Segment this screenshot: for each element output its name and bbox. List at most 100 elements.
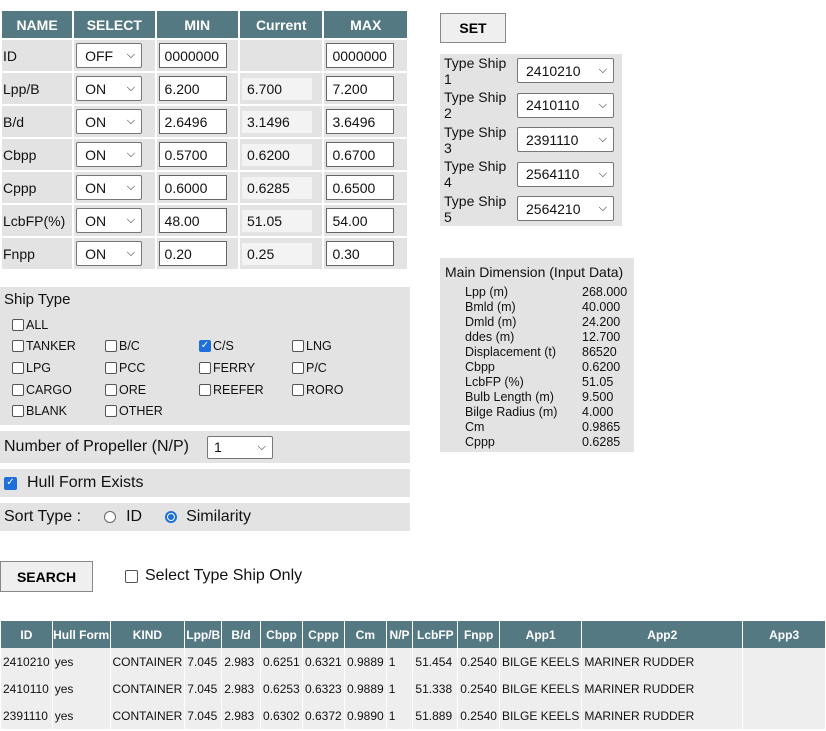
- type-ship-label: Type Ship 5: [444, 192, 507, 225]
- ship-type-label: P/C: [306, 361, 327, 375]
- param-max-input[interactable]: 0.6500: [326, 175, 395, 200]
- main-dimension-row: Bmld (m) 40.000: [465, 300, 635, 315]
- param-max-input[interactable]: 54.00: [326, 208, 395, 233]
- param-min-input[interactable]: 48.00: [158, 208, 227, 233]
- search-button[interactable]: SEARCH: [0, 561, 93, 592]
- param-max-input[interactable]: 7.200: [326, 76, 395, 101]
- param-row: B/d ON ⌵ 2.6496 3.1496 3.6496: [2, 106, 407, 137]
- main-dimension-value: 51.05: [582, 375, 614, 389]
- param-name-cell: Cbpp: [2, 139, 73, 170]
- param-row: Cppp ON ⌵ 0.6000 0.6285 0.6500: [2, 172, 407, 203]
- table-cell: 7.045: [185, 702, 222, 729]
- type-ship-select[interactable]: 2391110 ⌵: [517, 127, 614, 153]
- type-ship-select[interactable]: 2410210 ⌵: [517, 58, 614, 83]
- main-dimension-value: 40.000: [582, 300, 621, 314]
- param-current-value: 0.6200: [241, 143, 312, 166]
- sort-id-radio[interactable]: [104, 511, 117, 523]
- main-dimension-row: Dmld (m) 24.200: [465, 315, 635, 330]
- param-current-value: 0.25: [241, 242, 312, 265]
- ship-type-option: ORE: [105, 383, 146, 397]
- ship-type-checkbox[interactable]: [292, 340, 304, 352]
- param-select[interactable]: ON ⌵: [76, 241, 143, 266]
- table-cell: 7.045: [185, 648, 222, 675]
- param-select[interactable]: ON ⌵: [76, 109, 143, 134]
- param-min-cell: 6.200: [156, 73, 238, 104]
- param-select[interactable]: ON ⌵: [76, 208, 143, 233]
- ship-type-checkbox[interactable]: [199, 362, 211, 374]
- table-row[interactable]: 2391110 yes CONTAINER 7.045 2.983 0.6302 0.637…: [1, 702, 825, 729]
- param-min-input[interactable]: 0.6000: [158, 175, 227, 200]
- results-header: App1: [499, 621, 582, 648]
- table-cell: 0.6302: [261, 702, 302, 729]
- param-min-input[interactable]: 0000000: [158, 43, 227, 68]
- param-name-cell: ID: [2, 40, 73, 71]
- ship-type-option: ALL: [12, 318, 48, 332]
- ship-type-panel: Ship Type ALL TANKER B/C ✓ C/S LNG LPG PCC FERRY…: [0, 287, 410, 425]
- ship-type-label: LNG: [306, 339, 332, 353]
- ship-type-checkbox[interactable]: [12, 362, 24, 374]
- param-max-input[interactable]: 0.30: [326, 241, 395, 266]
- param-row: Fnpp ON ⌵ 0.20 0.25 0.30: [2, 238, 407, 269]
- param-select[interactable]: ON ⌵: [76, 175, 143, 200]
- param-min-input[interactable]: 0.20: [158, 241, 227, 266]
- select-type-only-checkbox[interactable]: [125, 569, 138, 583]
- results-header: N/P: [386, 621, 413, 648]
- type-ship-select[interactable]: 2564110 ⌵: [517, 161, 614, 187]
- ship-type-checkbox[interactable]: [12, 384, 24, 396]
- param-max-cell: 7.200: [324, 73, 407, 104]
- table-row[interactable]: 2410210 yes CONTAINER 7.045 2.983 0.6251 0.632…: [1, 648, 825, 675]
- ship-type-checkbox[interactable]: [12, 319, 24, 331]
- param-min-input[interactable]: 2.6496: [158, 109, 227, 134]
- type-ship-value: 2564110: [526, 166, 580, 183]
- ship-type-checkbox[interactable]: [12, 340, 24, 352]
- ship-type-checkbox[interactable]: [292, 362, 304, 374]
- type-ship-value: 2410210: [526, 62, 581, 79]
- ship-type-label: PCC: [119, 361, 146, 375]
- table-row[interactable]: 2410110 yes CONTAINER 7.045 2.983 0.6253 0.632…: [1, 675, 825, 702]
- ship-type-checkbox[interactable]: [105, 405, 117, 417]
- param-min-cell: 48.00: [156, 205, 238, 236]
- type-ship-select[interactable]: 2410110 ⌵: [517, 92, 614, 118]
- param-max-input[interactable]: 0.6700: [326, 142, 395, 167]
- param-select-cell: OFF ⌵: [74, 40, 155, 71]
- table-cell: 2.983: [222, 702, 261, 729]
- sort-similarity-radio[interactable]: [165, 511, 178, 523]
- param-current-cell: [239, 40, 323, 71]
- ship-type-label: ORE: [119, 383, 147, 397]
- chevron-down-icon: ⌵: [126, 115, 136, 127]
- param-min-input[interactable]: 0.5700: [158, 142, 227, 167]
- param-select[interactable]: ON ⌵: [76, 142, 143, 167]
- ship-type-checkbox[interactable]: [105, 362, 117, 374]
- type-ship-row: Type Ship 2 2410110 ⌵: [440, 89, 614, 122]
- param-select[interactable]: ON ⌵: [76, 76, 143, 101]
- param-min-input[interactable]: 6.200: [158, 76, 227, 101]
- set-button[interactable]: SET: [440, 13, 506, 43]
- param-max-input[interactable]: 3.6496: [326, 109, 395, 134]
- ship-type-checkbox[interactable]: [105, 384, 117, 396]
- param-row: Lpp/B ON ⌵ 6.200 6.700 7.200: [2, 73, 407, 104]
- param-select[interactable]: OFF ⌵: [76, 43, 143, 68]
- results-header: Hull Form: [52, 621, 110, 648]
- type-ship-panel: Type Ship 1 2410210 ⌵ Type Ship 2 2410110 ⌵ Ty…: [440, 54, 622, 226]
- chevron-down-icon: ⌵: [126, 148, 136, 160]
- ship-type-checkbox[interactable]: [12, 405, 24, 417]
- param-max-input[interactable]: 0000000: [326, 43, 395, 68]
- ship-type-checkbox[interactable]: ✓: [199, 340, 211, 352]
- param-max-cell: 0.6500: [324, 172, 407, 203]
- ship-type-checkbox[interactable]: [292, 384, 304, 396]
- chevron-down-icon: ⌵: [126, 214, 136, 226]
- ship-type-option: ✓ C/S: [199, 339, 234, 353]
- main-dimension-label: Cm: [465, 420, 485, 434]
- propeller-select[interactable]: 1 ⌵: [206, 435, 273, 459]
- table-cell: [743, 648, 825, 675]
- ship-type-option: P/C: [292, 361, 327, 375]
- hull-form-checkbox[interactable]: ✓: [4, 476, 17, 490]
- param-current-cell: 51.05: [239, 205, 323, 236]
- type-ship-select[interactable]: 2564210 ⌵: [517, 196, 614, 222]
- propeller-bar: Number of Propeller (N/P) 1 ⌵: [0, 431, 410, 463]
- ship-type-checkbox[interactable]: [199, 384, 211, 396]
- hull-form-label: Hull Form Exists: [27, 474, 144, 491]
- select-type-only-label: Select Type Ship Only: [145, 567, 303, 584]
- ship-type-checkbox[interactable]: [105, 340, 117, 352]
- ship-type-option: B/C: [105, 339, 140, 353]
